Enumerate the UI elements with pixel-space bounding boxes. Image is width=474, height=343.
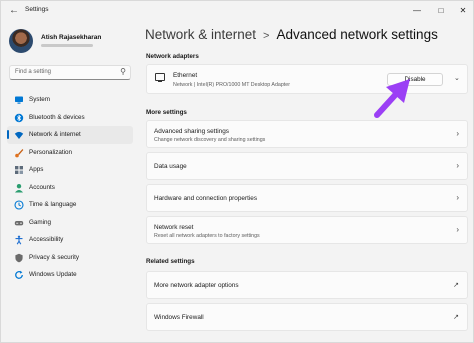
settings-item-title: Advanced sharing settings xyxy=(154,128,229,135)
breadcrumb-parent[interactable]: Network & internet xyxy=(145,27,256,42)
related-item-adapter-options[interactable]: More network adapter options ↗ xyxy=(146,271,468,299)
settings-item-subtitle: Change network discovery and sharing set… xyxy=(154,137,266,143)
title-bar: ← Settings — □ ✕ xyxy=(1,1,473,21)
globe-clock-icon xyxy=(14,200,24,210)
settings-item-hardware-properties[interactable]: Hardware and connection properties › xyxy=(146,184,468,212)
sidebar-item-label: Accessibility xyxy=(29,236,64,243)
sidebar-item-label: Windows Update xyxy=(29,271,77,278)
sidebar-item-label: Accounts xyxy=(29,183,55,191)
related-item-windows-firewall[interactable]: Windows Firewall ↗ xyxy=(146,303,468,331)
minimize-icon[interactable]: — xyxy=(407,3,427,19)
close-icon[interactable]: ✕ xyxy=(453,3,473,19)
sidebar-item-system[interactable]: System xyxy=(7,91,133,109)
sidebar-item-label: Gaming xyxy=(29,218,52,226)
sidebar: Atish Rajasekharan Find a setting ⚲ Syst… xyxy=(1,21,139,342)
user-email-redacted xyxy=(41,44,93,47)
window-title: Settings xyxy=(25,6,49,13)
ethernet-icon xyxy=(155,73,165,82)
sidebar-item-personalization[interactable]: Personalization xyxy=(7,144,133,162)
search-placeholder: Find a setting xyxy=(15,69,52,75)
sidebar-item-label: Privacy & security xyxy=(29,253,80,261)
page-title: Advanced network settings xyxy=(276,27,438,42)
breadcrumb: Network & internet > Advanced network sett… xyxy=(145,27,438,42)
settings-item-data-usage[interactable]: Data usage › xyxy=(146,152,468,180)
chevron-right-icon: › xyxy=(456,161,459,170)
settings-item-network-reset[interactable]: Network reset Reset all network adapters… xyxy=(146,216,468,244)
related-item-title: More network adapter options xyxy=(154,282,239,289)
sidebar-item-privacy-security[interactable]: Privacy & security xyxy=(7,249,133,267)
sidebar-item-accounts[interactable]: Accounts xyxy=(7,179,133,197)
adapter-name: Ethernet xyxy=(173,72,198,79)
section-heading-network-adapters: Network adapters xyxy=(146,53,199,60)
monitor-icon xyxy=(14,95,24,105)
accessibility-icon xyxy=(14,235,24,245)
sidebar-item-gaming[interactable]: Gaming xyxy=(7,214,133,232)
sidebar-item-label: Network & internet xyxy=(29,131,81,138)
settings-item-title: Hardware and connection properties xyxy=(154,195,258,202)
related-item-title: Windows Firewall xyxy=(154,314,204,321)
settings-item-title: Network reset xyxy=(154,224,194,231)
settings-item-subtitle: Reset all network adapters to factory se… xyxy=(154,233,260,239)
maximize-icon[interactable]: □ xyxy=(431,3,451,19)
chevron-down-icon[interactable]: ⌄ xyxy=(454,74,460,82)
adapter-description: Network | Intel(R) PRO/1000 MT Desktop A… xyxy=(173,82,290,88)
chevron-right-icon: › xyxy=(456,193,459,202)
apps-icon xyxy=(14,165,24,175)
bluetooth-icon xyxy=(14,113,24,123)
sidebar-item-label: Apps xyxy=(29,166,44,173)
sidebar-item-time-language[interactable]: Time & language xyxy=(7,196,133,214)
chevron-right-icon: › xyxy=(456,129,459,138)
settings-item-title: Data usage xyxy=(154,163,187,170)
sidebar-item-label: Time & language xyxy=(29,201,77,208)
adapter-card-ethernet[interactable]: Ethernet Network | Intel(R) PRO/1000 MT … xyxy=(146,64,468,94)
settings-window: ← Settings — □ ✕ Atish Rajasekharan Find… xyxy=(0,0,474,343)
sidebar-item-label: Bluetooth & devices xyxy=(29,113,85,121)
sidebar-nav: System Bluetooth & devices Network & int… xyxy=(7,91,133,284)
avatar[interactable] xyxy=(9,29,33,53)
gamepad-icon xyxy=(14,218,24,228)
external-link-icon: ↗ xyxy=(453,314,459,321)
sidebar-item-network[interactable]: Network & internet xyxy=(7,126,133,144)
brush-icon xyxy=(14,148,24,158)
sidebar-item-bluetooth[interactable]: Bluetooth & devices xyxy=(7,109,133,127)
chevron-right-icon: › xyxy=(456,225,459,234)
back-arrow-icon[interactable]: ← xyxy=(7,4,21,18)
external-link-icon: ↗ xyxy=(453,282,459,289)
section-heading-related-settings: Related settings xyxy=(146,258,195,265)
sidebar-item-accessibility[interactable]: Accessibility xyxy=(7,231,133,249)
sidebar-item-windows-update[interactable]: Windows Update xyxy=(7,266,133,284)
shield-icon xyxy=(14,253,24,263)
sidebar-item-label: Personalization xyxy=(29,148,73,156)
wifi-icon xyxy=(14,130,24,140)
settings-item-advanced-sharing[interactable]: Advanced sharing settings Change network… xyxy=(146,120,468,148)
user-name: Atish Rajasekharan xyxy=(41,34,102,41)
search-icon: ⚲ xyxy=(120,67,126,76)
update-icon xyxy=(14,270,24,280)
main-content: Network & internet > Advanced network sett… xyxy=(139,21,473,342)
sidebar-item-label: System xyxy=(29,96,50,103)
disable-button[interactable]: Disable xyxy=(387,73,443,86)
person-icon xyxy=(14,183,24,193)
search-input[interactable]: Find a setting ⚲ xyxy=(9,65,131,80)
sidebar-item-apps[interactable]: Apps xyxy=(7,161,133,179)
breadcrumb-separator: > xyxy=(263,30,270,42)
section-heading-more-settings: More settings xyxy=(146,109,187,116)
